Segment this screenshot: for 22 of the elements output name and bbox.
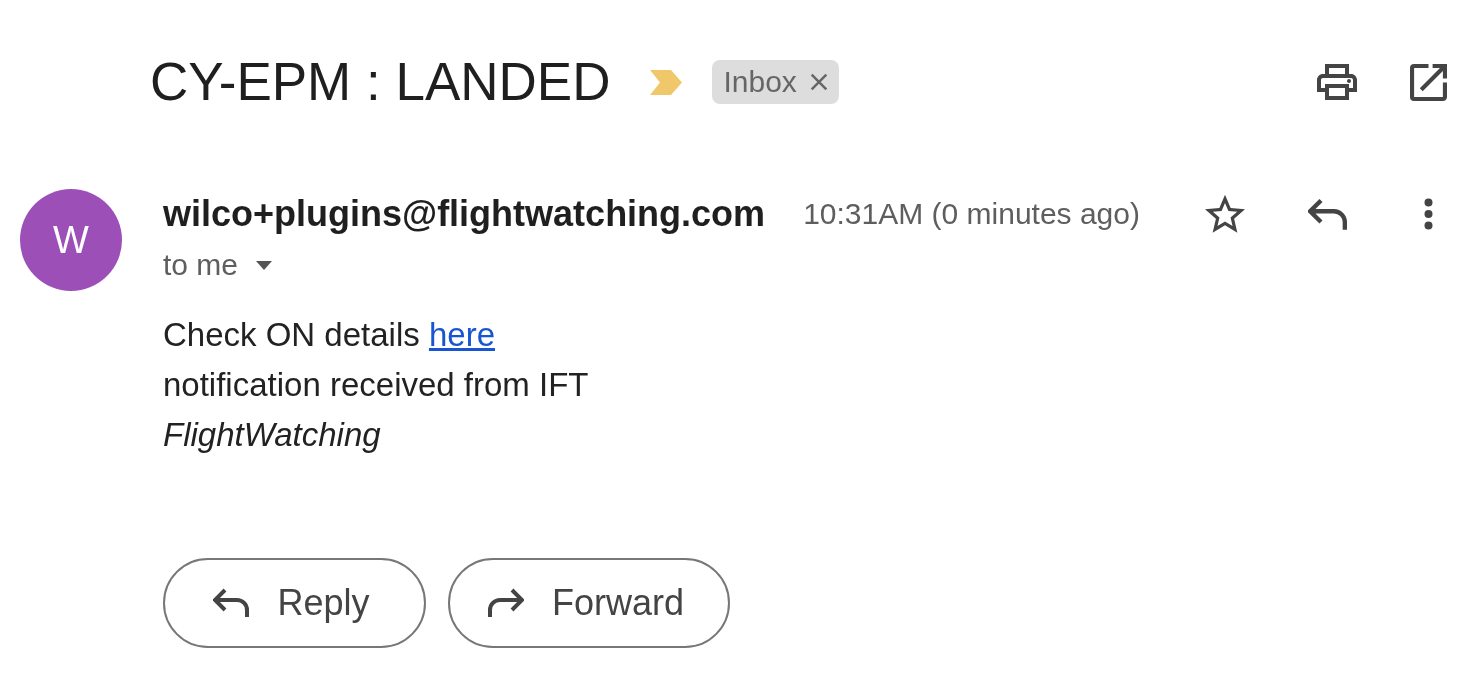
signature-text: FlightWatching [163,415,381,455]
avatar: W [20,189,122,291]
forward-button[interactable]: Forward [448,558,731,648]
body-text: notification received from IFT [163,365,589,405]
label-text: Inbox [723,65,797,99]
details-link[interactable]: here [428,316,495,353]
recipient-text: to me [163,248,239,282]
reply-arrow-icon [213,588,250,618]
reply-button[interactable]: Reply [163,558,426,648]
star-icon[interactable] [1205,194,1245,234]
body-text: Check ON details here [163,315,495,355]
message-time: 10:31AM (0 minutes ago) [803,197,1140,231]
forward-arrow-icon [488,588,524,618]
importance-marker-icon[interactable] [650,69,683,95]
sender-address: wilco+plugins@flightwatching.com [163,193,766,235]
more-options-icon[interactable] [1424,198,1433,230]
close-icon[interactable] [809,73,828,91]
reply-icon[interactable] [1308,197,1347,231]
print-icon[interactable] [1316,64,1358,100]
subject-title: CY-EPM : LANDED [150,52,611,112]
caret-down-icon[interactable] [256,260,273,270]
open-in-new-window-icon[interactable] [1410,63,1447,101]
